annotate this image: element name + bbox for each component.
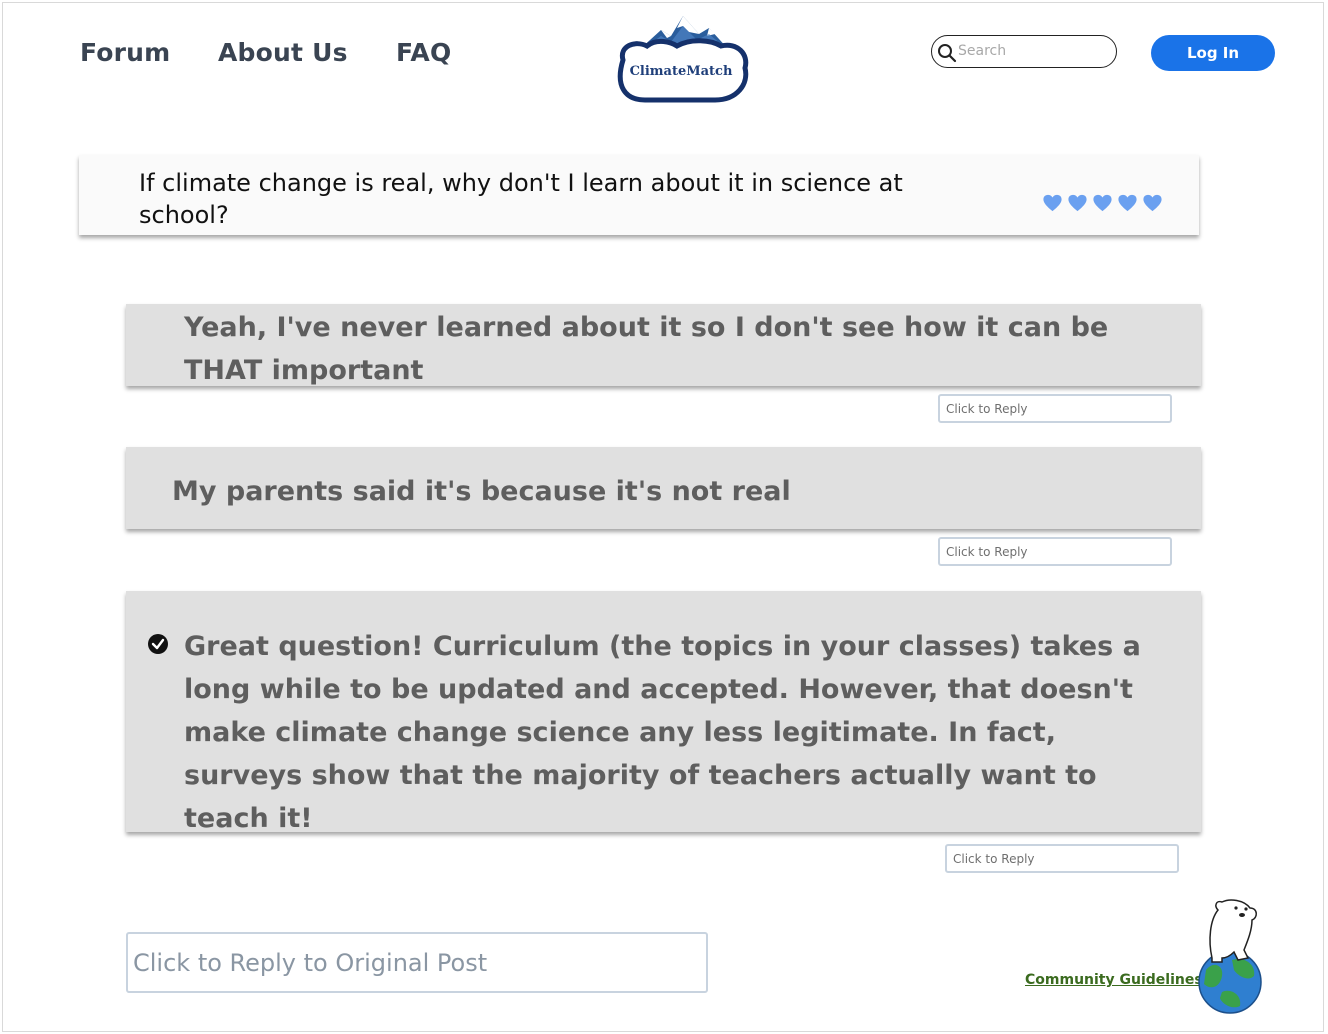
login-button[interactable]: Log In bbox=[1151, 35, 1275, 71]
reply-input[interactable] bbox=[938, 394, 1172, 423]
logo-mountain-icon bbox=[617, 16, 749, 103]
original-post-question: If climate change is real, why don't I l… bbox=[139, 169, 903, 229]
reply-original-post-input[interactable] bbox=[126, 932, 708, 993]
nav-forum[interactable]: Forum bbox=[80, 38, 170, 67]
checkmark-icon bbox=[148, 634, 168, 654]
heart-icon[interactable] bbox=[1066, 193, 1089, 213]
reply-text: Great question! Curriculum (the topics i… bbox=[184, 631, 1141, 834]
search-input[interactable] bbox=[958, 41, 1108, 61]
nav-about-us[interactable]: About Us bbox=[218, 38, 348, 67]
heart-icon[interactable] bbox=[1091, 193, 1114, 213]
heart-icon[interactable] bbox=[1141, 193, 1164, 213]
search-icon bbox=[938, 44, 957, 63]
reply-card: My parents said it's because it's not re… bbox=[126, 447, 1201, 529]
reply-card: Yeah, I've never learned about it so I d… bbox=[126, 304, 1201, 386]
nav-faq[interactable]: FAQ bbox=[396, 38, 451, 67]
reply-input[interactable] bbox=[945, 844, 1179, 873]
search-box[interactable] bbox=[931, 35, 1117, 68]
reply-input[interactable] bbox=[938, 537, 1172, 566]
heart-icon[interactable] bbox=[1116, 193, 1139, 213]
community-guidelines-link[interactable]: Community Guidelines bbox=[1025, 972, 1203, 988]
heart-icon[interactable] bbox=[1041, 193, 1064, 213]
polar-bear-globe-mascot bbox=[1198, 899, 1262, 1014]
original-post: If climate change is real, why don't I l… bbox=[79, 155, 1199, 235]
reply-text: Yeah, I've never learned about it so I d… bbox=[184, 312, 1109, 386]
reply-card-verified: Great question! Curriculum (the topics i… bbox=[126, 591, 1201, 834]
likes-hearts[interactable] bbox=[1041, 193, 1164, 213]
climatematch-logo[interactable]: ClimateMatch bbox=[611, 12, 751, 106]
logo-text: ClimateMatch bbox=[629, 64, 733, 79]
reply-text: My parents said it's because it's not re… bbox=[172, 476, 791, 507]
